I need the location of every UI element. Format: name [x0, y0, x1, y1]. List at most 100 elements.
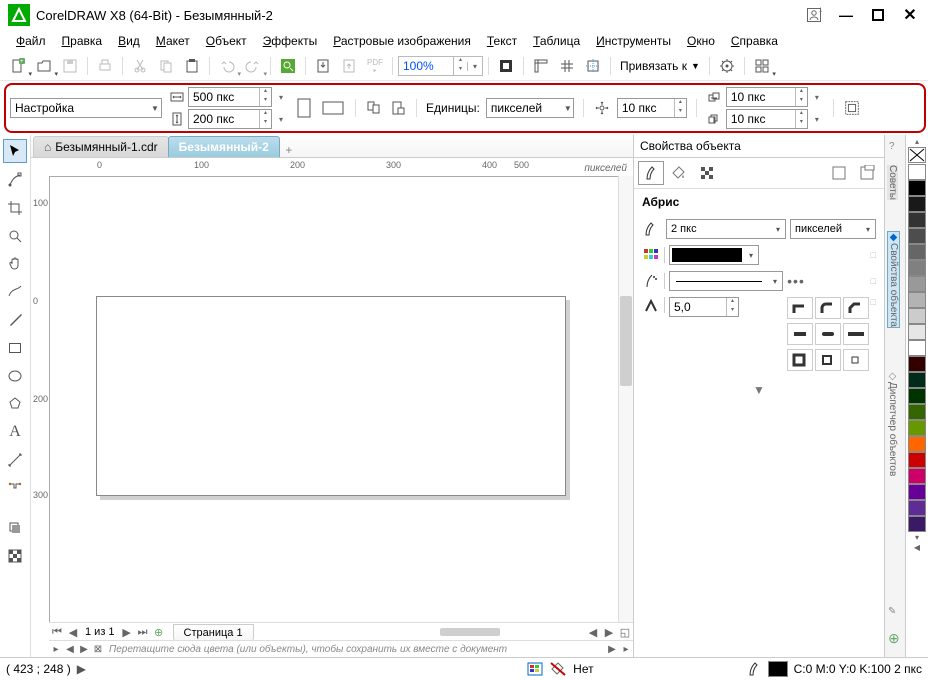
- palette-swatch[interactable]: [908, 484, 926, 500]
- nudge-input[interactable]: ▴▾: [617, 98, 687, 118]
- palette-swatch[interactable]: [908, 356, 926, 372]
- copy-icon[interactable]: [154, 55, 178, 77]
- palette-swatch[interactable]: [908, 260, 926, 276]
- eyedropper-side-icon[interactable]: ✎: [888, 606, 896, 617]
- apply-current-page-icon[interactable]: [389, 99, 407, 117]
- outline-width-combo[interactable]: ▾: [666, 219, 786, 239]
- docker-object-props[interactable]: ◆Свойства объекта: [887, 231, 900, 328]
- fullscreen-icon[interactable]: [494, 55, 518, 77]
- guides-toggle-icon[interactable]: [581, 55, 605, 77]
- page-add[interactable]: ⊕: [151, 626, 167, 639]
- palette-swatch[interactable]: [908, 180, 926, 196]
- tab-frame-extra-icon[interactable]: [854, 161, 880, 185]
- palette-swatch[interactable]: [908, 372, 926, 388]
- zoom-input[interactable]: [399, 59, 453, 73]
- cap-round[interactable]: [815, 323, 841, 345]
- search-content-icon[interactable]: [276, 55, 300, 77]
- page-last[interactable]: ⏭: [135, 626, 151, 639]
- doc-tab-1[interactable]: ⌂ Безымянный-1.cdr: [33, 136, 169, 157]
- no-fill-well[interactable]: [908, 147, 926, 163]
- palette-swatch[interactable]: [908, 516, 926, 532]
- save-icon[interactable]: [58, 55, 82, 77]
- add-tab-button[interactable]: +: [279, 143, 299, 157]
- menu-file[interactable]: Файл: [10, 34, 52, 48]
- pos-outside[interactable]: [787, 349, 813, 371]
- shape-tool[interactable]: [4, 169, 26, 191]
- miter-limit-input[interactable]: ▴▾: [669, 297, 739, 317]
- transparency-tool[interactable]: [4, 545, 26, 567]
- options-icon[interactable]: [715, 55, 739, 77]
- outline-style-combo[interactable]: ▾: [669, 271, 783, 291]
- docker-hints[interactable]: Советы: [887, 165, 898, 200]
- palette-swatch[interactable]: [908, 164, 926, 180]
- page-height-dd[interactable]: ▾: [274, 115, 288, 124]
- signin-icon[interactable]: 1: [798, 2, 830, 28]
- paste-icon[interactable]: [180, 55, 204, 77]
- page-tab-1[interactable]: Страница 1: [173, 624, 254, 641]
- navigator-icon[interactable]: ◱: [617, 626, 633, 639]
- freehand-tool[interactable]: [4, 281, 26, 303]
- corner-miter[interactable]: [787, 297, 813, 319]
- page-height-input[interactable]: ▴▾: [188, 109, 272, 129]
- palette-swatch[interactable]: [908, 388, 926, 404]
- status-nofill-icon[interactable]: [549, 661, 567, 677]
- corner-bevel[interactable]: [843, 297, 869, 319]
- undo-icon[interactable]: ▾: [215, 55, 239, 77]
- menu-table[interactable]: Таблица: [527, 34, 586, 48]
- open-icon[interactable]: ▾: [32, 55, 56, 77]
- docker-object-manager[interactable]: ◇Диспетчер объектов: [887, 371, 898, 476]
- redo-icon[interactable]: ▾: [241, 55, 265, 77]
- ruler-corner[interactable]: [31, 158, 50, 177]
- status-play-icon[interactable]: ▶: [77, 662, 86, 676]
- menu-layout[interactable]: Макет: [150, 34, 196, 48]
- export-icon[interactable]: [337, 55, 361, 77]
- artistic-media-tool[interactable]: [4, 309, 26, 331]
- rectangle-tool[interactable]: [4, 337, 26, 359]
- menu-text[interactable]: Текст: [481, 34, 523, 48]
- palette-swatch[interactable]: [908, 228, 926, 244]
- page-preset-combo[interactable]: ▼: [10, 98, 162, 118]
- cap-square[interactable]: [843, 323, 869, 345]
- page-object[interactable]: [96, 296, 566, 496]
- add-docker-icon[interactable]: ⊕: [888, 630, 900, 647]
- zoom-combo[interactable]: ▴▾ ▾: [398, 56, 483, 76]
- page-width-dd[interactable]: ▾: [274, 93, 288, 102]
- palette-swatch[interactable]: [908, 340, 926, 356]
- menu-bitmap[interactable]: Растровые изображения: [327, 34, 477, 48]
- palette-swatch[interactable]: [908, 292, 926, 308]
- help-icon[interactable]: ?: [889, 141, 895, 152]
- pick-tool[interactable]: [3, 139, 27, 163]
- menu-help[interactable]: Справка: [725, 34, 784, 48]
- treat-as-filled-icon[interactable]: [843, 99, 861, 117]
- drawing-area[interactable]: 0 100 200 300 400 500 пикселей 0 100 200…: [31, 158, 633, 657]
- menu-tools[interactable]: Инструменты: [590, 34, 677, 48]
- palette-swatch[interactable]: [908, 452, 926, 468]
- pdf-icon[interactable]: PDF▸: [363, 55, 387, 77]
- polygon-tool[interactable]: [4, 393, 26, 415]
- ruler-toggle-icon[interactable]: [529, 55, 553, 77]
- print-icon[interactable]: [93, 55, 117, 77]
- outline-color-picker[interactable]: ▾: [669, 245, 759, 265]
- ruler-horizontal[interactable]: 0 100 200 300 400 500 пикселей: [49, 158, 633, 177]
- units-combo[interactable]: ▼: [486, 98, 574, 118]
- orientation-portrait[interactable]: [294, 96, 314, 120]
- snap-dropdown[interactable]: Привязать к▼: [616, 59, 704, 73]
- canvas[interactable]: [49, 176, 619, 623]
- palette-swatch[interactable]: [908, 244, 926, 260]
- page-preset-input[interactable]: [11, 101, 149, 115]
- outline-units-combo[interactable]: ▾: [790, 219, 876, 239]
- palette-scroll-down[interactable]: ▾: [915, 533, 919, 542]
- pos-center[interactable]: [815, 349, 841, 371]
- page-prev[interactable]: ◀: [65, 626, 81, 639]
- palette-swatch[interactable]: [908, 308, 926, 324]
- menu-window[interactable]: Окно: [681, 34, 721, 48]
- expand-section[interactable]: ▼: [642, 377, 876, 403]
- ruler-vertical[interactable]: 0 100 200 300: [31, 176, 50, 623]
- maximize-button[interactable]: [862, 2, 894, 28]
- outline-style-settings-icon[interactable]: •••: [787, 272, 805, 290]
- palette-swatch[interactable]: [908, 404, 926, 420]
- palette-scroll-up[interactable]: ▴: [915, 137, 919, 146]
- tab-outline-icon[interactable]: [638, 161, 664, 185]
- cut-icon[interactable]: [128, 55, 152, 77]
- horizontal-scrollbar[interactable]: [260, 626, 579, 638]
